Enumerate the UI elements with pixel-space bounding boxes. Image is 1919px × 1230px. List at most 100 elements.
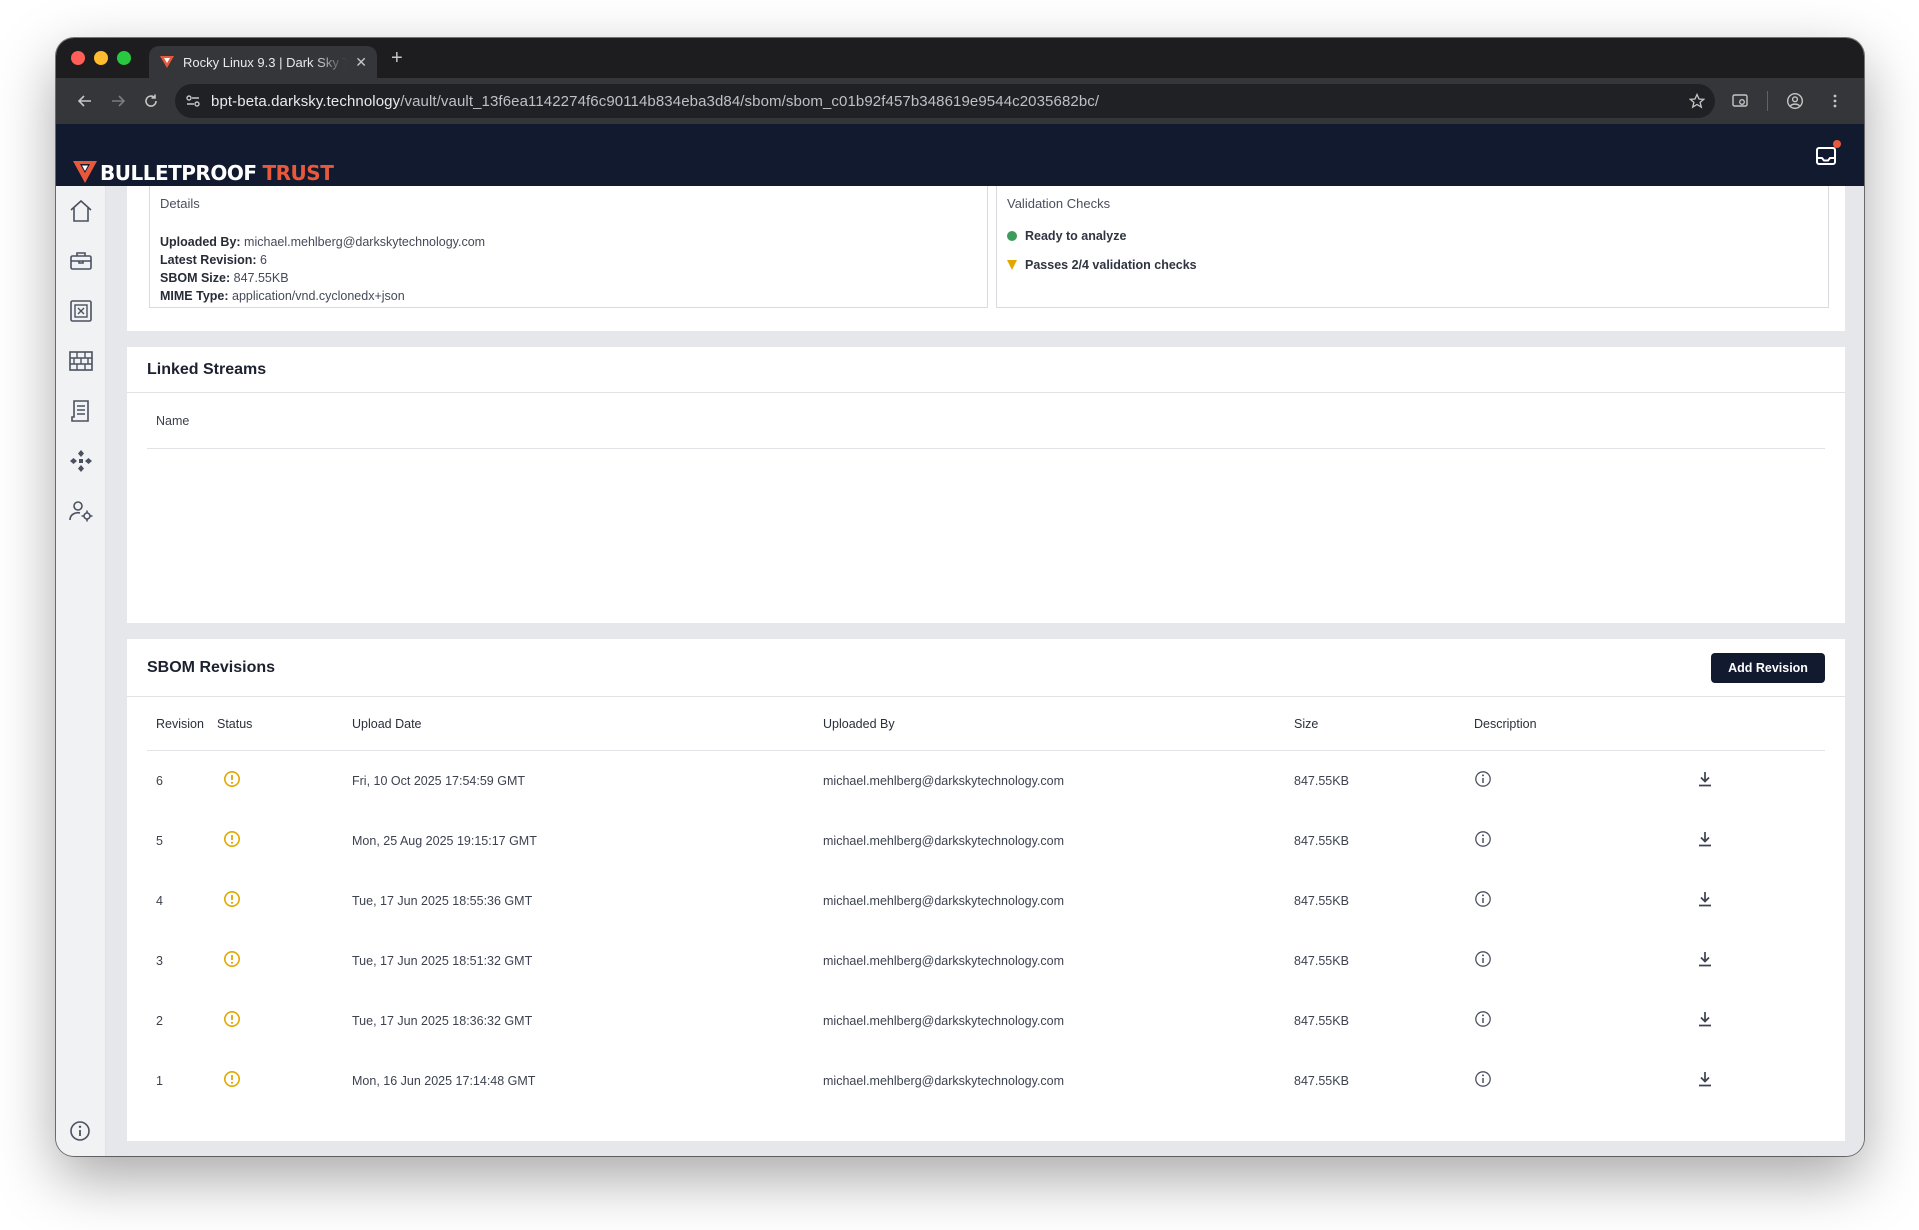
- linked-streams-title: Linked Streams: [127, 347, 1845, 393]
- file-size: 847.55KB: [1294, 833, 1349, 848]
- warning-circle-icon[interactable]: [223, 890, 241, 908]
- download-icon[interactable]: [1696, 1070, 1714, 1088]
- status-cell: [217, 950, 352, 971]
- revisions-table-header: Revision Status Upload Date Uploaded By …: [147, 697, 1825, 751]
- warning-circle-icon[interactable]: [223, 830, 241, 848]
- info-icon[interactable]: [1474, 950, 1492, 968]
- notification-badge: [1833, 140, 1841, 148]
- info-icon[interactable]: [1474, 1010, 1492, 1028]
- reload-button[interactable]: [134, 84, 167, 118]
- table-row: 6 Fri, 10 Oct 2025 17:54:59 GMT michael.…: [147, 751, 1825, 811]
- home-icon[interactable]: [68, 198, 94, 224]
- status-ok-icon: [1007, 231, 1017, 241]
- column-header-upload-date[interactable]: Upload Date: [352, 717, 823, 731]
- document-list-icon[interactable]: [68, 398, 94, 424]
- info-icon[interactable]: [1474, 890, 1492, 908]
- browser-toolbar: bpt-beta.darksky.technology/vault/vault_…: [56, 78, 1864, 124]
- upload-date: Tue, 17 Jun 2025 18:55:36 GMT: [352, 893, 533, 908]
- notifications-button[interactable]: [1814, 140, 1841, 168]
- download-icon[interactable]: [1696, 890, 1714, 908]
- table-row: 1 Mon, 16 Jun 2025 17:14:48 GMT michael.…: [147, 1051, 1825, 1111]
- address-bar[interactable]: bpt-beta.darksky.technology/vault/vault_…: [175, 84, 1715, 118]
- arrow-left-icon: [77, 95, 91, 107]
- forward-button[interactable]: [101, 84, 134, 118]
- column-header-revision[interactable]: Revision: [147, 717, 217, 731]
- table-row: 2 Tue, 17 Jun 2025 18:36:32 GMT michael.…: [147, 991, 1825, 1051]
- status-cell: [217, 1010, 352, 1031]
- uploaded-by: michael.mehlberg@darkskytechnology.com: [823, 953, 1065, 968]
- column-header-uploaded-by[interactable]: Uploaded By: [823, 717, 1294, 731]
- minimize-window-button[interactable]: [94, 51, 108, 65]
- info-icon[interactable]: [69, 1120, 91, 1142]
- download-icon[interactable]: [1696, 950, 1714, 968]
- download-cell: [1696, 1010, 1756, 1031]
- browser-tab-active[interactable]: Rocky Linux 9.3 | Dark Sky Technology ✕: [149, 46, 377, 78]
- site-settings-icon[interactable]: [185, 93, 201, 109]
- main-content: Details Uploaded By: michael.mehlberg@da…: [107, 186, 1864, 1156]
- table-row: 4 Tue, 17 Jun 2025 18:55:36 GMT michael.…: [147, 871, 1825, 931]
- info-icon[interactable]: [1474, 770, 1492, 788]
- table-row: 3 Tue, 17 Jun 2025 18:51:32 GMT michael.…: [147, 931, 1825, 991]
- toolbar-actions: [1723, 84, 1852, 118]
- download-cell: [1696, 770, 1756, 791]
- upload-date: Mon, 16 Jun 2025 17:14:48 GMT: [352, 1073, 536, 1088]
- status-cell: [217, 830, 352, 851]
- download-icon[interactable]: [1696, 830, 1714, 848]
- browser-window: Rocky Linux 9.3 | Dark Sky Technology ✕ …: [56, 38, 1864, 1156]
- status-cell: [217, 770, 352, 791]
- download-icon[interactable]: [1696, 770, 1714, 788]
- warning-circle-icon[interactable]: [223, 950, 241, 968]
- info-icon[interactable]: [1474, 830, 1492, 848]
- toolbar-divider: [1767, 91, 1768, 111]
- user-settings-icon[interactable]: [68, 498, 94, 524]
- briefcase-icon[interactable]: [68, 248, 94, 274]
- arrow-right-icon: [111, 95, 125, 107]
- download-cell: [1696, 950, 1756, 971]
- linked-streams-table-header: Name: [147, 393, 1825, 449]
- description-cell: [1474, 770, 1696, 791]
- file-size: 847.55KB: [1294, 893, 1349, 908]
- url-text[interactable]: bpt-beta.darksky.technology/vault/vault_…: [211, 93, 1679, 110]
- profile-button[interactable]: [1778, 84, 1812, 118]
- info-icon[interactable]: [1474, 1070, 1492, 1088]
- detail-uploaded-by: Uploaded By: michael.mehlberg@darkskytec…: [160, 235, 486, 249]
- download-icon[interactable]: [1696, 1010, 1714, 1028]
- warning-circle-icon[interactable]: [223, 770, 241, 788]
- browser-menu-button[interactable]: [1818, 84, 1852, 118]
- upload-date: Mon, 25 Aug 2025 19:15:17 GMT: [352, 833, 537, 848]
- description-cell: [1474, 890, 1696, 911]
- column-header-size[interactable]: Size: [1294, 717, 1474, 731]
- close-window-button[interactable]: [71, 51, 85, 65]
- tab-title: Rocky Linux 9.3 | Dark Sky Technology: [183, 54, 348, 70]
- revisions-table: Revision Status Upload Date Uploaded By …: [147, 697, 1825, 1111]
- description-cell: [1474, 1070, 1696, 1091]
- browser-tabbar: Rocky Linux 9.3 | Dark Sky Technology ✕ …: [56, 38, 1864, 78]
- file-size: 847.55KB: [1294, 1073, 1349, 1088]
- vault-icon[interactable]: [68, 298, 94, 324]
- network-icon[interactable]: [68, 448, 94, 474]
- add-revision-button[interactable]: Add Revision: [1711, 652, 1825, 683]
- account-circle-icon: [1786, 92, 1804, 110]
- favicon-icon: [160, 56, 174, 68]
- maximize-window-button[interactable]: [117, 51, 131, 65]
- validation-check-passes: Passes 2/4 validation checks: [1007, 258, 1818, 272]
- status-cell: [217, 890, 352, 911]
- column-header-name[interactable]: Name: [156, 414, 189, 428]
- reading-mode-button[interactable]: [1723, 84, 1757, 118]
- uploaded-by: michael.mehlberg@darkskytechnology.com: [823, 1013, 1065, 1028]
- firewall-icon[interactable]: [68, 348, 94, 374]
- detail-sbom-size: SBOM Size: 847.55KB: [160, 271, 289, 285]
- bookmark-star-icon[interactable]: [1689, 93, 1705, 109]
- revision-number: 1: [156, 1073, 163, 1088]
- warning-circle-icon[interactable]: [223, 1010, 241, 1028]
- tab-close-icon[interactable]: ✕: [355, 54, 367, 71]
- linked-streams-card: Linked Streams Name: [127, 347, 1845, 623]
- bulletproof-trust-logo[interactable]: BULLETPROOF TRUST: [72, 160, 334, 186]
- back-button[interactable]: [68, 84, 101, 118]
- new-tab-icon[interactable]: +: [391, 48, 403, 68]
- warning-circle-icon[interactable]: [223, 1070, 241, 1088]
- revision-number: 3: [156, 953, 163, 968]
- sbom-overview-card: Details Uploaded By: michael.mehlberg@da…: [127, 186, 1845, 331]
- column-header-status[interactable]: Status: [217, 717, 352, 731]
- column-header-description[interactable]: Description: [1474, 717, 1696, 731]
